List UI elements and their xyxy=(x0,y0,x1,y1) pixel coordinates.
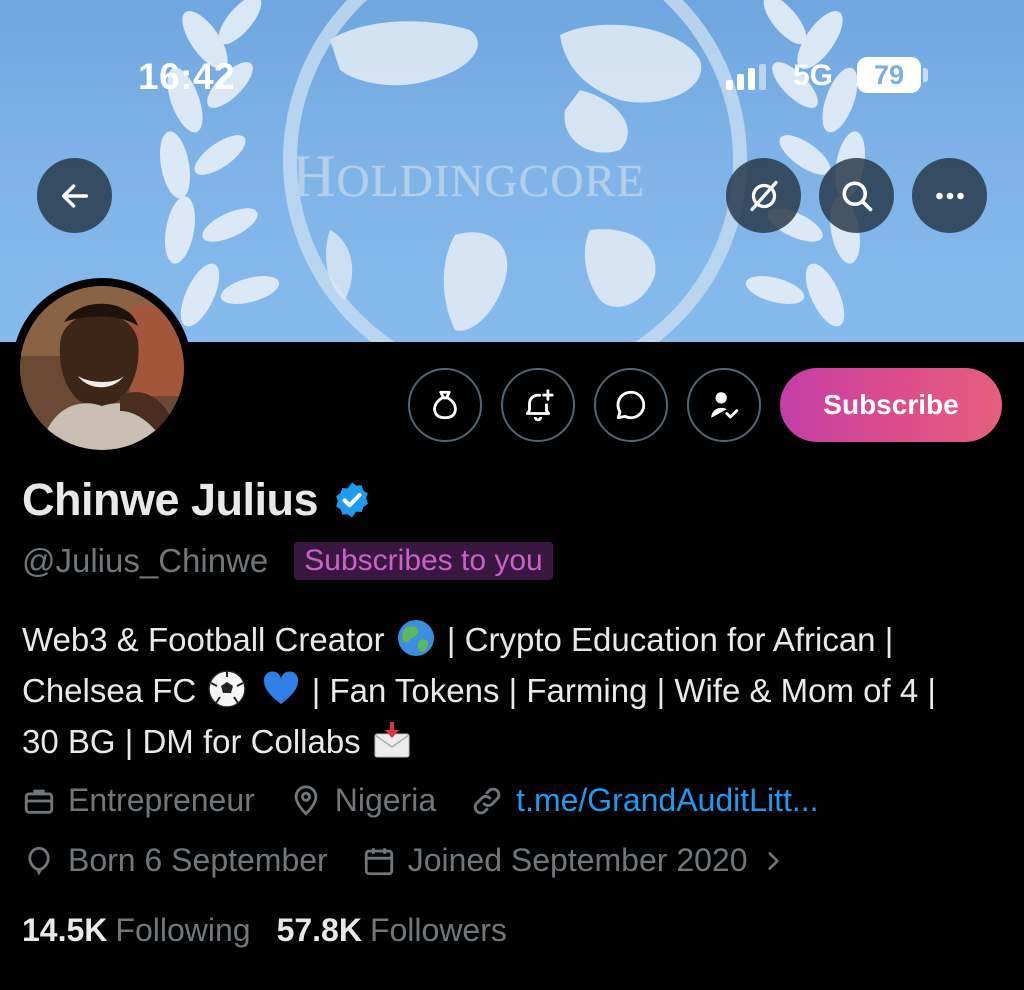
translate-icon xyxy=(749,180,778,211)
message-button[interactable] xyxy=(594,368,668,442)
blue-heart-emoji-icon xyxy=(263,671,298,704)
username-handle: @Julius_Chinwe xyxy=(22,542,269,579)
profile-meta-row-1: Entrepreneur Nigeria t.me/GrandAuditLitt… xyxy=(22,782,853,819)
following-stat[interactable]: 14.5K Following xyxy=(22,912,251,949)
link-icon xyxy=(473,787,501,814)
more-button[interactable] xyxy=(912,158,987,233)
arrow-left-icon xyxy=(61,183,88,208)
back-button[interactable] xyxy=(37,158,112,233)
subscribe-button[interactable]: Subscribe xyxy=(780,368,1002,442)
handle-row: @Julius_Chinwe Subscribes to you xyxy=(22,542,553,580)
display-name: Chinwe Julius xyxy=(22,474,319,525)
battery-nub xyxy=(923,68,928,82)
birthday-item: Born 6 September xyxy=(22,842,328,879)
network-type: 5G xyxy=(793,59,834,92)
money-bag-icon xyxy=(433,390,457,420)
translate-button[interactable] xyxy=(726,158,801,233)
location-item: Nigeria xyxy=(289,782,436,819)
joined-item[interactable]: Joined September 2020 xyxy=(362,842,786,879)
user-check-icon xyxy=(711,392,739,419)
balloon-icon xyxy=(28,846,50,876)
subscribes-to-you-badge: Subscribes to you xyxy=(294,542,553,580)
more-dots-icon xyxy=(935,192,964,199)
avatar[interactable] xyxy=(12,278,192,458)
bio-text: | Crypto Education for African | xyxy=(446,621,894,658)
profile-meta-row-2: Born 6 September Joined September 2020 xyxy=(22,842,820,879)
website-item[interactable]: t.me/GrandAuditLitt... xyxy=(470,782,819,819)
soccer-ball-emoji-icon xyxy=(208,670,247,708)
profile-bio: Web3 & Football Creator | Crypto Educati… xyxy=(22,614,1012,767)
battery-icon: 79 xyxy=(857,57,921,93)
following-button[interactable] xyxy=(687,368,761,442)
search-icon xyxy=(841,180,872,211)
bio-text: | Fan Tokens | Farming | Wife & Mom of 4… xyxy=(311,672,936,709)
briefcase-icon xyxy=(24,789,54,814)
chevron-right-icon xyxy=(767,851,779,870)
profession-item: Entrepreneur xyxy=(22,782,255,819)
bio-text: Chelsea FC xyxy=(22,672,197,709)
avatar-photo xyxy=(20,286,184,450)
bell-plus-icon xyxy=(525,389,554,422)
signal-icon xyxy=(726,64,766,90)
search-button[interactable] xyxy=(819,158,894,233)
chat-bubble-icon xyxy=(616,390,646,420)
status-time: 16:42 xyxy=(138,56,236,97)
globe-emoji-icon xyxy=(397,620,434,656)
notifications-button[interactable] xyxy=(501,368,575,442)
envelope-arrow-emoji-icon xyxy=(374,722,410,758)
verified-badge-icon[interactable] xyxy=(332,480,372,520)
bio-text: Web3 & Football Creator xyxy=(22,621,385,658)
follow-stats: 14.5K Following 57.8K Followers xyxy=(22,912,533,949)
tip-button[interactable] xyxy=(408,368,482,442)
website-link[interactable]: t.me/GrandAuditLitt... xyxy=(516,782,818,819)
banner-title: HOLDINGCORE xyxy=(292,143,646,209)
location-pin-icon xyxy=(294,784,318,816)
name-row: Chinwe Julius xyxy=(22,474,372,526)
calendar-icon xyxy=(364,847,393,875)
bio-text: 30 BG | DM for Collabs xyxy=(22,723,361,760)
followers-stat[interactable]: 57.8K Followers xyxy=(277,912,507,949)
